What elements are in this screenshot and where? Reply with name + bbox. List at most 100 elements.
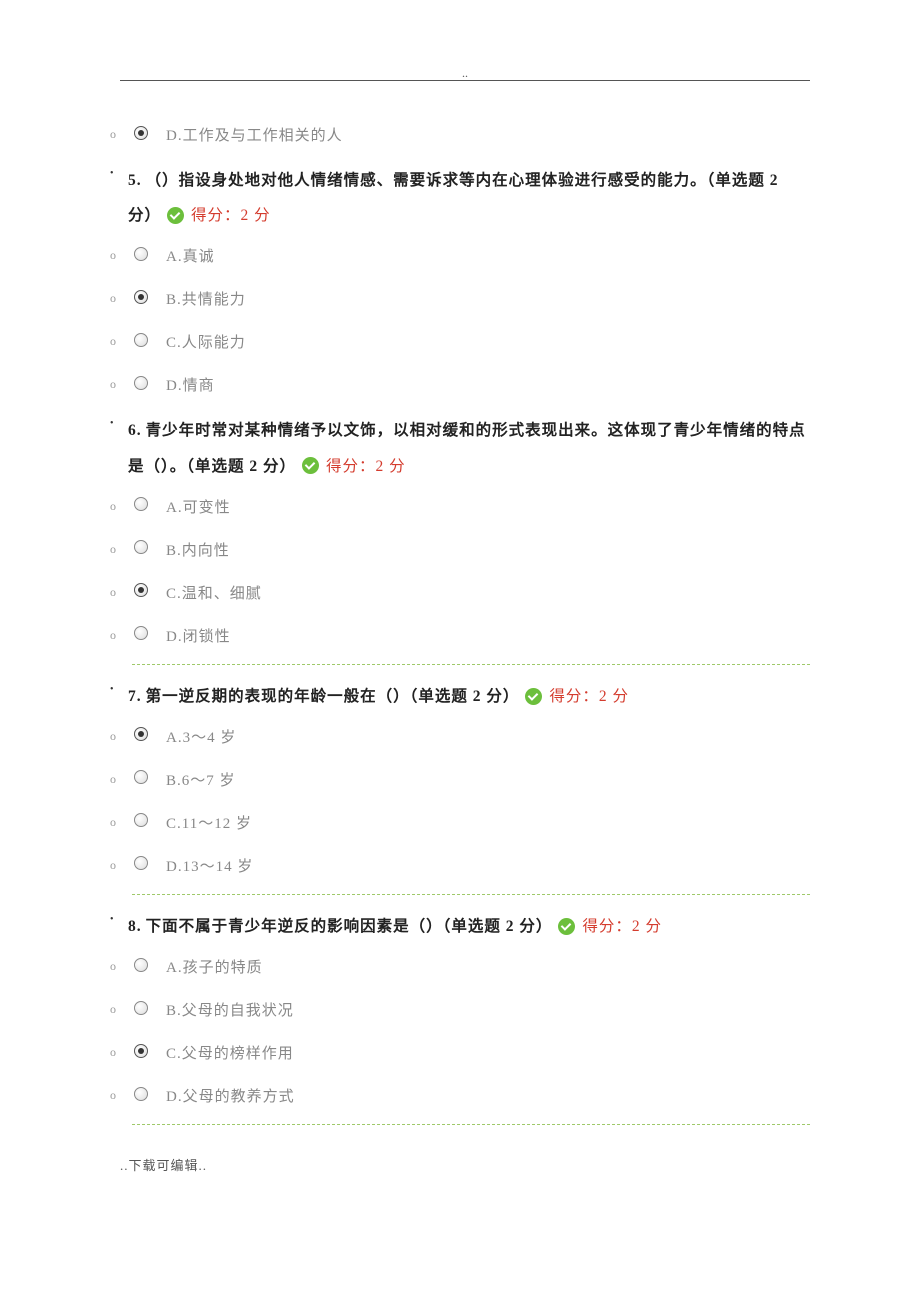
question-number: 7. <box>128 688 142 705</box>
option-label: C.温和、细腻 <box>166 582 262 603</box>
radio-icon[interactable] <box>134 958 148 972</box>
question-text: 青少年时常对某种情绪予以文饰，以相对缓和的形式表现出来。这体现了青少年情绪的特点… <box>128 422 806 474</box>
list-bullet: o <box>110 729 128 744</box>
option-label: B.父母的自我状况 <box>166 999 294 1020</box>
question-divider <box>132 664 810 665</box>
option-row[interactable]: o C.11～12 岁 <box>110 808 810 837</box>
option-label: C.父母的榜样作用 <box>166 1042 294 1063</box>
radio-selected-icon[interactable] <box>134 126 148 140</box>
option-label: D.父母的教养方式 <box>166 1085 295 1106</box>
radio-selected-icon[interactable] <box>134 583 148 597</box>
list-bullet: o <box>110 334 128 349</box>
radio-icon[interactable] <box>134 1001 148 1015</box>
question-text: 第一逆反期的表现的年龄一般在（）（单选题 2 分） <box>146 688 520 705</box>
radio-selected-icon[interactable] <box>134 727 148 741</box>
option-row[interactable]: o D.工作及与工作相关的人 <box>110 120 810 149</box>
quiz-content: o D.工作及与工作相关的人 • 5. （）指设身处地对他人情绪情感、需要诉求等… <box>110 120 810 1174</box>
option-label: D.工作及与工作相关的人 <box>166 124 343 145</box>
radio-icon[interactable] <box>134 540 148 554</box>
option-row[interactable]: o A.真诚 <box>110 241 810 270</box>
option-label: A.真诚 <box>166 245 215 266</box>
option-row[interactable]: o A.孩子的特质 <box>110 952 810 981</box>
option-label: A.可变性 <box>166 496 231 517</box>
list-bullet: o <box>110 291 128 306</box>
option-label: C.人际能力 <box>166 331 246 352</box>
list-bullet: o <box>110 1088 128 1103</box>
list-disc: • <box>110 163 128 185</box>
option-row[interactable]: o D.闭锁性 <box>110 621 810 650</box>
option-row[interactable]: o B.共情能力 <box>110 284 810 313</box>
radio-icon[interactable] <box>134 376 148 390</box>
list-disc: • <box>110 679 128 701</box>
score-value: 2 <box>599 688 608 705</box>
option-label: B.6～7 岁 <box>166 769 236 790</box>
score-label: 得分：2 分 <box>191 207 271 224</box>
option-label: C.11～12 岁 <box>166 812 252 833</box>
score-suffix: 分 <box>641 918 662 935</box>
option-row[interactable]: o C.温和、细腻 <box>110 578 810 607</box>
radio-icon[interactable] <box>134 497 148 511</box>
option-label: A.3～4 岁 <box>166 726 236 747</box>
check-icon <box>525 688 542 705</box>
question-number: 6. <box>128 422 142 439</box>
list-bullet: o <box>110 815 128 830</box>
option-label: D.闭锁性 <box>166 625 231 646</box>
list-bullet: o <box>110 772 128 787</box>
radio-selected-icon[interactable] <box>134 1044 148 1058</box>
question-number: 5. <box>128 172 142 189</box>
score-suffix: 分 <box>384 458 405 475</box>
radio-icon[interactable] <box>134 856 148 870</box>
question-row: • 6. 青少年时常对某种情绪予以文饰，以相对缓和的形式表现出来。这体现了青少年… <box>110 413 810 483</box>
list-bullet: o <box>110 377 128 392</box>
score-prefix: 得分： <box>191 207 241 224</box>
list-bullet: o <box>110 858 128 873</box>
list-bullet: o <box>110 1002 128 1017</box>
question-row: • 8. 下面不属于青少年逆反的影响因素是（）（单选题 2 分） 得分：2 分 <box>110 909 810 944</box>
option-row[interactable]: o B.内向性 <box>110 535 810 564</box>
list-bullet: o <box>110 959 128 974</box>
option-row[interactable]: o C.父母的榜样作用 <box>110 1038 810 1067</box>
question-text-wrap: 7. 第一逆反期的表现的年龄一般在（）（单选题 2 分） 得分：2 分 <box>128 679 810 714</box>
radio-icon[interactable] <box>134 1087 148 1101</box>
radio-icon[interactable] <box>134 770 148 784</box>
option-row[interactable]: o D.父母的教养方式 <box>110 1081 810 1110</box>
option-row[interactable]: o D.情商 <box>110 370 810 399</box>
score-label: 得分：2 分 <box>582 918 662 935</box>
score-prefix: 得分： <box>549 688 599 705</box>
radio-icon[interactable] <box>134 626 148 640</box>
question-number: 8. <box>128 918 142 935</box>
footer-text: ..下载可编辑.. <box>120 1155 810 1174</box>
option-row[interactable]: o A.3～4 岁 <box>110 722 810 751</box>
list-bullet: o <box>110 628 128 643</box>
list-bullet: o <box>110 127 128 142</box>
score-label: 得分：2 分 <box>326 458 406 475</box>
question-text-wrap: 5. （）指设身处地对他人情绪情感、需要诉求等内在心理体验进行感受的能力。（单选… <box>128 163 810 233</box>
option-label: A.孩子的特质 <box>166 956 263 977</box>
option-row[interactable]: o D.13～14 岁 <box>110 851 810 880</box>
list-bullet: o <box>110 499 128 514</box>
score-value: 2 <box>632 918 641 935</box>
question-text: 下面不属于青少年逆反的影响因素是（）（单选题 2 分） <box>146 918 553 935</box>
radio-selected-icon[interactable] <box>134 290 148 304</box>
option-label: D.13～14 岁 <box>166 855 253 876</box>
radio-icon[interactable] <box>134 247 148 261</box>
radio-icon[interactable] <box>134 333 148 347</box>
option-row[interactable]: o B.父母的自我状况 <box>110 995 810 1024</box>
question-divider <box>132 894 810 895</box>
check-icon <box>302 457 319 474</box>
option-row[interactable]: o C.人际能力 <box>110 327 810 356</box>
page: o D.工作及与工作相关的人 • 5. （）指设身处地对他人情绪情感、需要诉求等… <box>0 0 920 1302</box>
question-row: • 7. 第一逆反期的表现的年龄一般在（）（单选题 2 分） 得分：2 分 <box>110 679 810 714</box>
score-value: 2 <box>241 207 250 224</box>
option-label: B.内向性 <box>166 539 230 560</box>
score-prefix: 得分： <box>582 918 632 935</box>
option-row[interactable]: o A.可变性 <box>110 492 810 521</box>
option-label: D.情商 <box>166 374 215 395</box>
question-row: • 5. （）指设身处地对他人情绪情感、需要诉求等内在心理体验进行感受的能力。（… <box>110 163 810 233</box>
list-bullet: o <box>110 1045 128 1060</box>
option-row[interactable]: o B.6～7 岁 <box>110 765 810 794</box>
score-suffix: 分 <box>608 688 629 705</box>
radio-icon[interactable] <box>134 813 148 827</box>
score-value: 2 <box>376 458 385 475</box>
list-bullet: o <box>110 542 128 557</box>
